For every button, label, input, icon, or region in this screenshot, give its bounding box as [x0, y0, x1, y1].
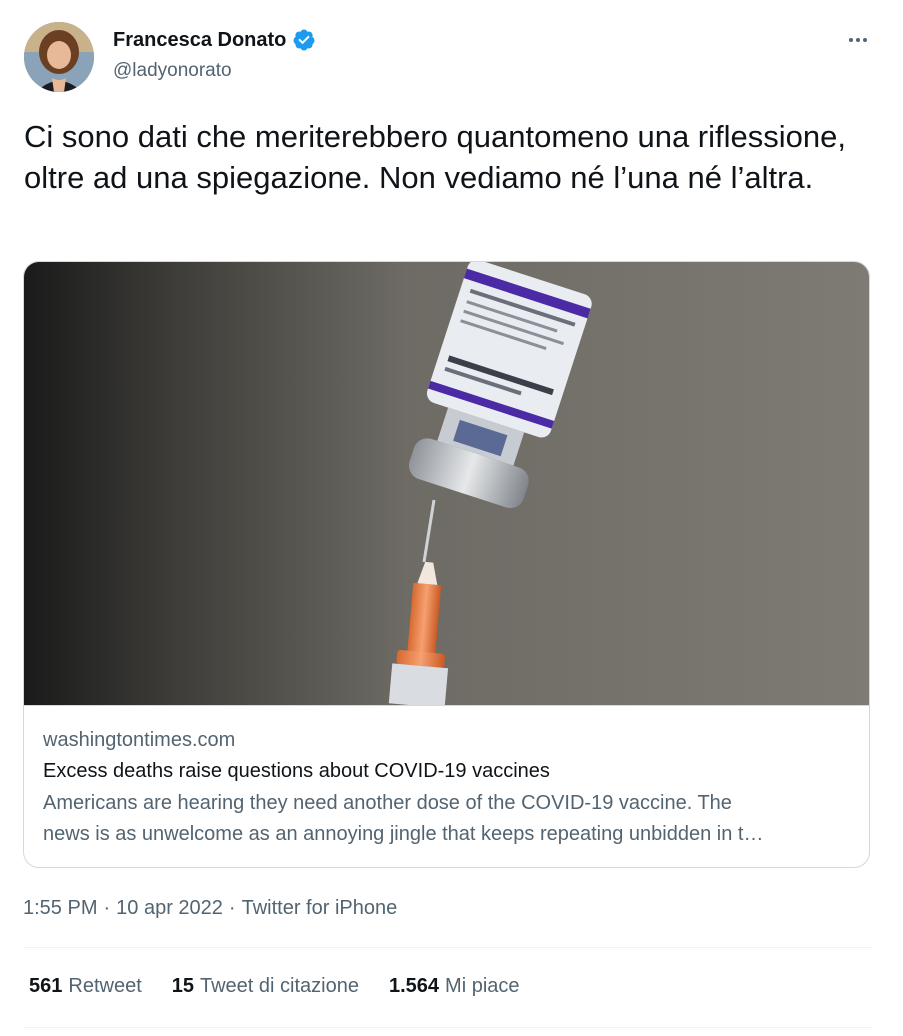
tweet-text: Ci sono dati che meriterebbero quantomen… [24, 119, 846, 195]
author-display-name[interactable]: Francesca Donato [113, 29, 286, 52]
card-description-line: Americans are hearing they need another … [43, 792, 732, 814]
card-image[interactable] [24, 262, 869, 705]
card-domain: washingtontimes.com [43, 729, 236, 751]
author-name-row[interactable]: Francesca Donato [113, 28, 316, 52]
retweets-label: Retweet [68, 975, 142, 997]
more-dot [849, 38, 853, 42]
tweet-time[interactable]: 1:55 PM [23, 897, 97, 920]
retweets-stat[interactable]: 561 Retweet [29, 975, 142, 998]
card-title: Excess deaths raise questions about COVI… [43, 760, 550, 782]
vaccine-photo [24, 262, 869, 705]
quotes-count: 15 [171, 975, 194, 997]
tweet-stats: 561 Retweet 15 Tweet di citazione 1.564 … [29, 975, 520, 998]
card-divider [24, 705, 869, 706]
divider [23, 947, 872, 948]
retweets-count: 561 [29, 975, 63, 997]
divider [23, 1027, 872, 1028]
tweet-date[interactable]: 10 apr 2022 [116, 897, 223, 920]
likes-label: Mi piace [445, 975, 520, 997]
tweet-source[interactable]: Twitter for iPhone [242, 897, 398, 920]
more-options-button[interactable] [843, 28, 873, 52]
likes-stat[interactable]: 1.564 Mi piace [389, 975, 520, 998]
author-handle[interactable]: @ladyonorato [113, 60, 232, 82]
quotes-stat[interactable]: 15 Tweet di citazione [172, 975, 359, 998]
avatar[interactable] [24, 22, 94, 92]
avatar-image [24, 22, 94, 92]
quotes-label: Tweet di citazione [200, 975, 359, 997]
card-description: Americans are hearing they need another … [43, 788, 853, 850]
likes-count: 1.564 [388, 975, 440, 997]
verified-badge-icon [293, 29, 315, 51]
more-dot [856, 38, 860, 42]
meta-separator: · [228, 897, 236, 919]
meta-separator: · [103, 897, 111, 919]
card-body[interactable]: washingtontimes.com Excess deaths raise … [43, 726, 853, 850]
link-preview-card[interactable]: washingtontimes.com Excess deaths raise … [23, 261, 870, 868]
more-dot [863, 38, 867, 42]
tweet-meta: 1:55 PM · 10 apr 2022 · Twitter for iPho… [23, 897, 397, 920]
card-description-line: news is as unwelcome as an annoying jing… [43, 823, 764, 845]
